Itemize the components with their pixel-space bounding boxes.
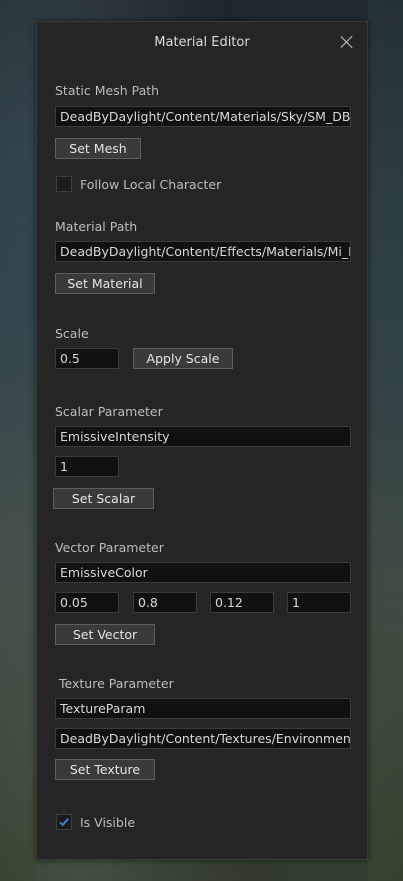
scale-label: Scale xyxy=(55,326,89,341)
set-mesh-button[interactable]: Set Mesh xyxy=(55,138,141,159)
scale-input[interactable]: 0.5 xyxy=(55,348,119,369)
scalar-parameter-label: Scalar Parameter xyxy=(55,404,163,419)
scalar-value-input[interactable]: 1 xyxy=(55,456,119,477)
set-texture-button[interactable]: Set Texture xyxy=(55,759,155,780)
set-scalar-button[interactable]: Set Scalar xyxy=(53,488,154,509)
window-title: Material Editor xyxy=(154,35,250,50)
static-mesh-path-label: Static Mesh Path xyxy=(55,83,160,98)
vector-y-input[interactable]: 0.8 xyxy=(133,592,197,613)
texture-parameter-name-input[interactable]: TextureParam xyxy=(55,698,351,719)
background-left xyxy=(0,0,36,881)
material-path-label: Material Path xyxy=(55,219,138,234)
set-vector-button[interactable]: Set Vector xyxy=(55,624,155,645)
vector-z-input[interactable]: 0.12 xyxy=(210,592,274,613)
background-right xyxy=(368,0,403,881)
material-editor-window: Material Editor Static Mesh Path DeadByD… xyxy=(36,21,368,860)
apply-scale-button[interactable]: Apply Scale xyxy=(133,348,233,369)
title-bar[interactable]: Material Editor xyxy=(37,22,367,63)
is-visible-label: Is Visible xyxy=(80,815,136,830)
vector-x-input[interactable]: 0.05 xyxy=(55,592,119,613)
material-path-input[interactable]: DeadByDaylight/Content/Effects/Materials… xyxy=(55,241,351,262)
checkmark-icon xyxy=(59,818,69,827)
follow-local-character-label: Follow Local Character xyxy=(80,177,222,192)
texture-parameter-label: Texture Parameter xyxy=(59,676,174,691)
set-material-button[interactable]: Set Material xyxy=(55,273,155,294)
vector-w-input[interactable]: 1 xyxy=(287,592,351,613)
vector-parameter-label: Vector Parameter xyxy=(55,540,164,555)
close-icon[interactable] xyxy=(340,35,354,49)
static-mesh-path-input[interactable]: DeadByDaylight/Content/Materials/Sky/SM_… xyxy=(55,106,351,127)
texture-path-input[interactable]: DeadByDaylight/Content/Textures/Environm… xyxy=(55,728,351,749)
follow-local-character-checkbox[interactable] xyxy=(56,176,72,192)
scalar-parameter-name-input[interactable]: EmissiveIntensity xyxy=(55,426,351,447)
vector-parameter-name-input[interactable]: EmissiveColor xyxy=(55,562,351,583)
is-visible-checkbox[interactable] xyxy=(56,814,72,830)
